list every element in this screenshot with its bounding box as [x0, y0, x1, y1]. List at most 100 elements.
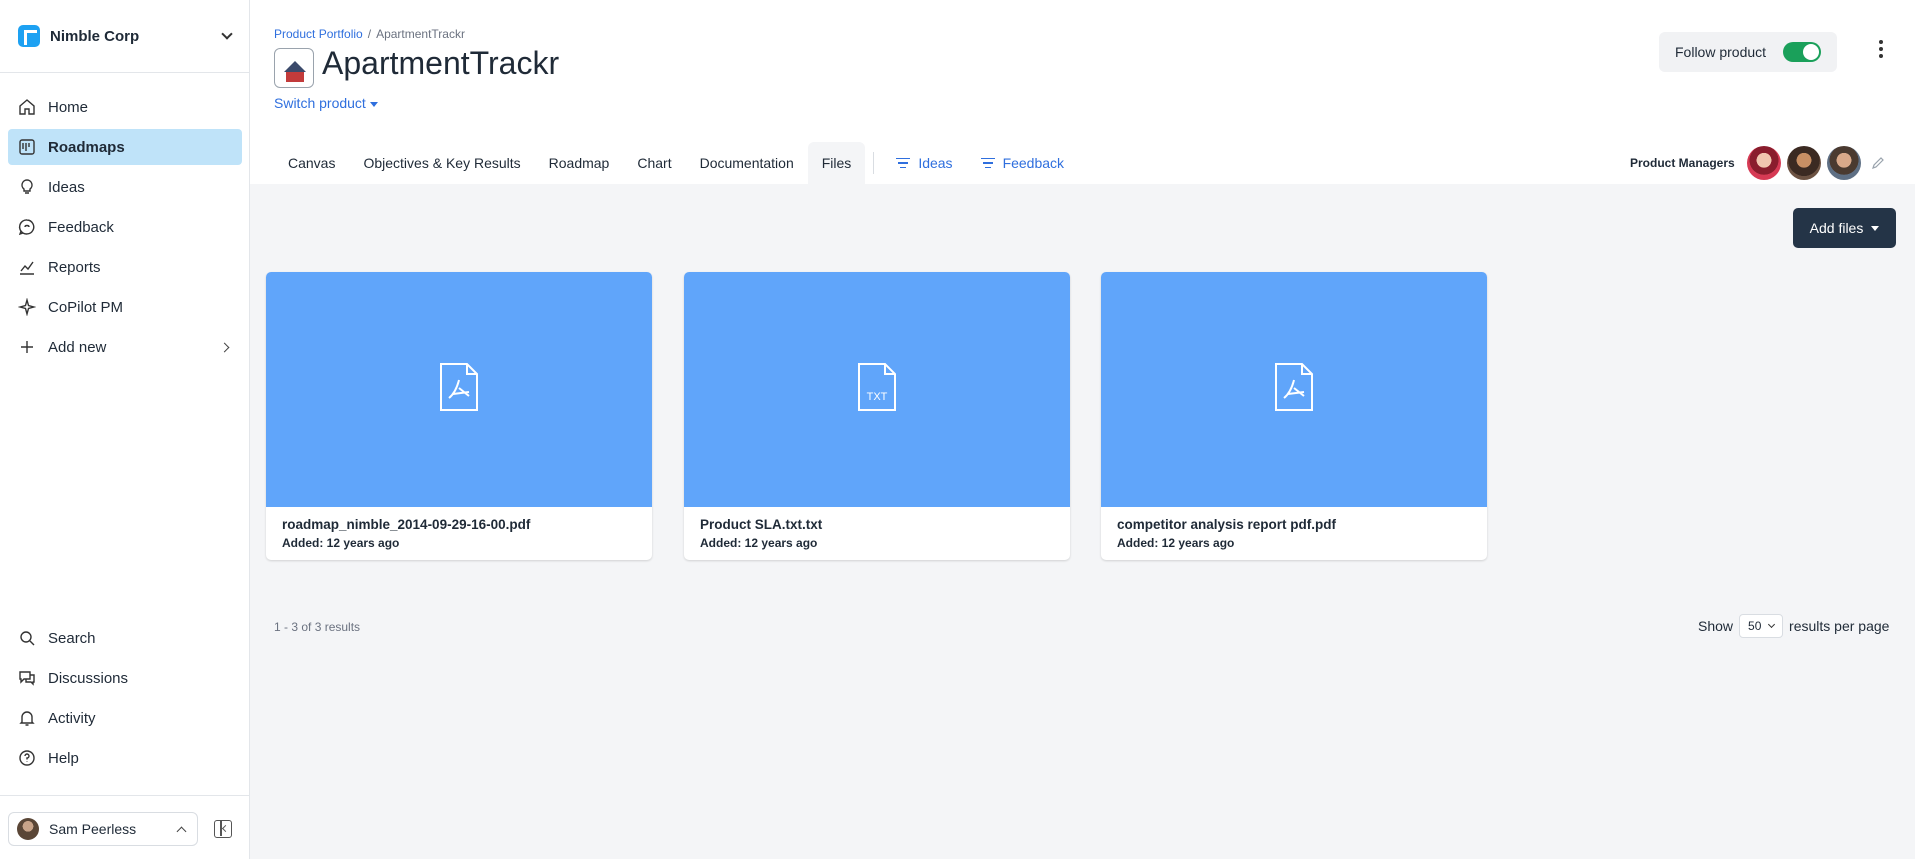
secondary-nav: Search Discussions Activity Help: [8, 620, 242, 780]
nav-item-roadmaps[interactable]: Roadmaps: [8, 129, 242, 165]
filter-icon: [896, 156, 911, 170]
filter-icon: [980, 156, 995, 170]
add-files-label: Add files: [1809, 220, 1864, 236]
nav-item-ideas[interactable]: Ideas: [8, 169, 242, 205]
page-title: ApartmentTrackr: [322, 45, 560, 81]
nav-item-copilot[interactable]: CoPilot PM: [8, 289, 242, 325]
file-name: roadmap_nimble_2014-09-29-16-00.pdf: [282, 517, 531, 532]
nav-item-label: Home: [48, 98, 89, 116]
avatar[interactable]: [1826, 146, 1861, 180]
pdf-file-icon: [440, 363, 478, 411]
sparkle-icon: [18, 298, 36, 316]
nav-item-label: Help: [48, 749, 79, 767]
main-nav: Home Roadmaps Ideas Feedback Reports CoP…: [8, 89, 242, 369]
nav-item-home[interactable]: Home: [8, 89, 242, 125]
nav-item-label: Add new: [48, 338, 107, 356]
avatar[interactable]: [1786, 146, 1821, 180]
nav-item-search[interactable]: Search: [8, 620, 242, 656]
home-icon: [18, 98, 36, 116]
org-logo-icon: [18, 25, 40, 47]
discussion-icon: [18, 669, 36, 687]
svg-text:TXT: TXT: [867, 391, 888, 403]
product-managers-label: Product Managers: [1630, 156, 1735, 170]
file-card[interactable]: roadmap_nimble_2014-09-29-16-00.pdf Adde…: [266, 272, 652, 560]
nav-item-add-new[interactable]: Add new: [8, 329, 242, 365]
chevron-right-icon: [219, 342, 230, 352]
file-card[interactable]: TXT Product SLA.txt.txt Added: 12 years …: [684, 272, 1070, 560]
org-switcher[interactable]: Nimble Corp: [0, 0, 249, 73]
tab-label: Feedback: [1002, 155, 1065, 171]
add-files-button[interactable]: Add files: [1793, 208, 1896, 248]
user-menu[interactable]: Sam Peerless: [8, 812, 198, 846]
follow-product-toggle[interactable]: [1783, 42, 1821, 62]
tab-feedback[interactable]: Feedback: [967, 142, 1078, 184]
tab-ideas[interactable]: Ideas: [882, 142, 966, 184]
file-added: Added: 12 years ago: [1117, 536, 1235, 550]
chevron-down-icon: [221, 28, 233, 40]
caret-down-icon: [1871, 225, 1880, 231]
results-summary: 1 - 3 of 3 results: [274, 620, 361, 634]
collapse-sidebar-icon[interactable]: [214, 820, 232, 838]
product-tabs: Canvas Objectives & Key Results Roadmap …: [274, 142, 1078, 184]
file-name: competitor analysis report pdf.pdf: [1117, 517, 1337, 532]
nav-item-label: Roadmaps: [48, 138, 125, 156]
switch-product-label: Switch product: [274, 95, 366, 111]
follow-product-control: Follow product: [1659, 32, 1837, 72]
chart-icon: [18, 258, 36, 276]
nav-item-help[interactable]: Help: [8, 740, 242, 776]
product-header: Product Portfolio / ApartmentTrackr Apartm…: [250, 0, 1915, 184]
nav-item-label: Activity: [48, 709, 96, 727]
tab-documentation[interactable]: Documentation: [686, 142, 808, 184]
per-page-select[interactable]: 50: [1739, 614, 1784, 638]
per-page-value: 50: [1748, 619, 1762, 633]
tab-roadmap[interactable]: Roadmap: [535, 142, 624, 184]
nav-item-feedback[interactable]: Feedback: [8, 209, 242, 245]
product-logo-icon: [274, 48, 314, 88]
tab-chart[interactable]: Chart: [623, 142, 685, 184]
more-options-icon[interactable]: [1875, 38, 1887, 62]
bell-icon: [18, 709, 36, 727]
nav-item-label: Search: [48, 629, 96, 647]
nav-item-label: Ideas: [48, 178, 85, 196]
user-bar: Sam Peerless: [0, 795, 249, 859]
product-managers: Product Managers: [1630, 146, 1885, 180]
switch-product-button[interactable]: Switch product: [274, 95, 378, 111]
chevron-down-icon: [1767, 620, 1776, 629]
breadcrumb-separator: /: [367, 27, 372, 41]
breadcrumb-current: ApartmentTrackr: [376, 27, 465, 41]
edit-pencil-icon[interactable]: [1871, 156, 1885, 170]
tab-files[interactable]: Files: [807, 142, 866, 184]
breadcrumb-parent-link[interactable]: Product Portfolio: [274, 27, 363, 41]
help-icon: [18, 749, 36, 767]
tab-okrs[interactable]: Objectives & Key Results: [349, 142, 534, 184]
file-card[interactable]: competitor analysis report pdf.pdf Added…: [1101, 272, 1487, 560]
follow-product-label: Follow product: [1675, 44, 1767, 60]
tab-canvas[interactable]: Canvas: [274, 142, 349, 184]
chevron-up-icon: [176, 826, 187, 836]
tab-label: Ideas: [918, 155, 953, 171]
nav-item-reports[interactable]: Reports: [8, 249, 242, 285]
pdf-file-icon: [1275, 363, 1313, 411]
roadmap-icon: [18, 138, 36, 156]
sidebar: Nimble Corp Home Roadmaps Ideas Feedback…: [0, 0, 250, 859]
file-added: Added: 12 years ago: [282, 536, 400, 550]
avatar[interactable]: [1746, 146, 1781, 180]
show-label: Show: [1698, 618, 1734, 634]
nav-item-label: CoPilot PM: [48, 298, 124, 316]
nav-item-label: Reports: [48, 258, 101, 276]
search-icon: [18, 629, 36, 647]
org-name: Nimble Corp: [50, 27, 140, 45]
file-added: Added: 12 years ago: [700, 536, 818, 550]
breadcrumb: Product Portfolio / ApartmentTrackr: [274, 27, 465, 41]
nav-item-label: Discussions: [48, 669, 129, 687]
txt-file-icon: TXT: [858, 363, 896, 411]
nav-item-label: Feedback: [48, 218, 114, 236]
user-name: Sam Peerless: [49, 821, 137, 837]
tab-divider: [873, 152, 875, 174]
lightbulb-icon: [18, 178, 36, 196]
results-per-page: Show 50 results per page: [1698, 614, 1889, 638]
nav-item-activity[interactable]: Activity: [8, 700, 242, 736]
file-name: Product SLA.txt.txt: [700, 517, 823, 532]
nav-item-discussions[interactable]: Discussions: [8, 660, 242, 696]
caret-down-icon: [369, 101, 378, 107]
